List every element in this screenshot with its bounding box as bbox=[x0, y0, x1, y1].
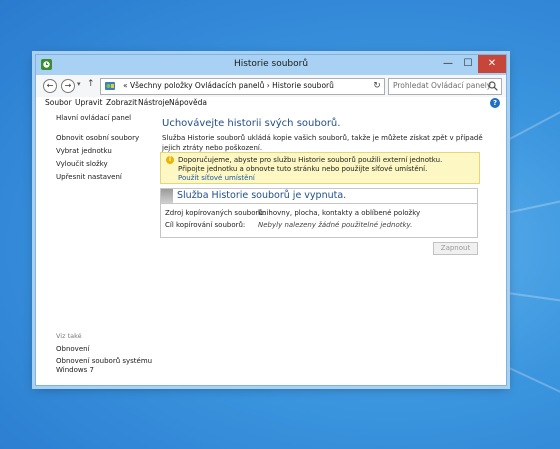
sidebar-home-link[interactable]: Hlavní ovládací panel bbox=[56, 114, 131, 122]
close-button[interactable]: ✕ bbox=[478, 55, 506, 73]
see-also-recovery-link[interactable]: Obnovení bbox=[56, 345, 90, 353]
target-label: Cíl kopírování souborů: bbox=[165, 221, 246, 229]
source-label: Zdroj kopírovaných souborů: bbox=[165, 209, 266, 217]
page-title: Uchovávejte historii svých souborů. bbox=[162, 118, 341, 129]
search-placeholder: Prohledat Ovládací panely bbox=[393, 81, 492, 90]
info-icon: i bbox=[166, 156, 174, 164]
use-network-location-link[interactable]: Použít síťové umístění bbox=[178, 174, 255, 182]
title-bar[interactable]: Historie souborů — ☐ ✕ bbox=[36, 55, 506, 75]
navigation-bar: ← → ▾ ↑ « Všechny položky Ovládacích pan… bbox=[36, 75, 506, 97]
recommendation-banner: i Doporučujeme, abyste pro službu Histor… bbox=[160, 152, 480, 184]
address-bar[interactable]: « Všechny položky Ovládacích panelů › Hi… bbox=[100, 78, 372, 95]
help-icon[interactable]: ? bbox=[490, 98, 500, 108]
see-also-win7-recovery-link-line2[interactable]: Windows 7 bbox=[56, 366, 94, 374]
breadcrumb: « Všechny položky Ovládacích panelů › Hi… bbox=[123, 81, 334, 90]
menu-bar: Soubor Upravit Zobrazit Nástroje Nápověd… bbox=[36, 97, 506, 111]
status-panel: Služba Historie souborů je vypnuta. Zdro… bbox=[160, 188, 478, 238]
menu-upravit[interactable]: Upravit bbox=[75, 98, 102, 107]
status-title: Služba Historie souborů je vypnuta. bbox=[177, 190, 347, 201]
see-also-win7-recovery-link[interactable]: Obnovení souborů systému bbox=[56, 357, 152, 365]
search-input[interactable]: Prohledat Ovládací panely bbox=[388, 78, 502, 95]
recent-locations-dropdown[interactable]: ▾ bbox=[77, 80, 81, 88]
enable-button[interactable]: Zapnout bbox=[433, 242, 478, 255]
maximize-button[interactable]: ☐ bbox=[458, 55, 478, 73]
sidebar-restore-files-link[interactable]: Obnovit osobní soubory bbox=[56, 134, 139, 142]
menu-soubor[interactable]: Soubor bbox=[45, 98, 72, 107]
status-indicator-icon bbox=[161, 189, 173, 203]
search-icon bbox=[488, 81, 498, 91]
sidebar-exclude-folders-link[interactable]: Vyloučit složky bbox=[56, 160, 108, 168]
menu-nastroje[interactable]: Nástroje bbox=[138, 98, 169, 107]
back-button[interactable]: ← bbox=[43, 79, 57, 93]
target-value: Nebyly nalezeny žádné použitelné jednotk… bbox=[258, 221, 413, 229]
minimize-button[interactable]: — bbox=[438, 55, 458, 73]
up-button[interactable]: ↑ bbox=[87, 79, 95, 89]
recommendation-text: Doporučujeme, abyste pro službu Historie… bbox=[178, 156, 443, 173]
control-panel-icon bbox=[105, 82, 115, 90]
menu-zobrazit[interactable]: Zobrazit bbox=[106, 98, 137, 107]
file-history-window: Historie souborů — ☐ ✕ ← → ▾ ↑ « Všechny… bbox=[35, 54, 507, 386]
refresh-button[interactable]: ↻ bbox=[370, 78, 385, 95]
status-header: Služba Historie souborů je vypnuta. bbox=[161, 189, 477, 204]
see-also-label: Viz také bbox=[56, 332, 82, 340]
menu-napoveda[interactable]: Nápověda bbox=[169, 98, 207, 107]
sidebar-select-drive-link[interactable]: Vybrat jednotku bbox=[56, 147, 112, 155]
source-value: knihovny, plocha, kontakty a oblíbené po… bbox=[258, 209, 421, 217]
sidebar-advanced-settings-link[interactable]: Upřesnit nastavení bbox=[56, 173, 122, 181]
window-title: Historie souborů bbox=[233, 59, 309, 69]
page-description: Služba Historie souborů ukládá kopie vaš… bbox=[162, 134, 483, 152]
forward-button[interactable]: → bbox=[61, 79, 75, 93]
